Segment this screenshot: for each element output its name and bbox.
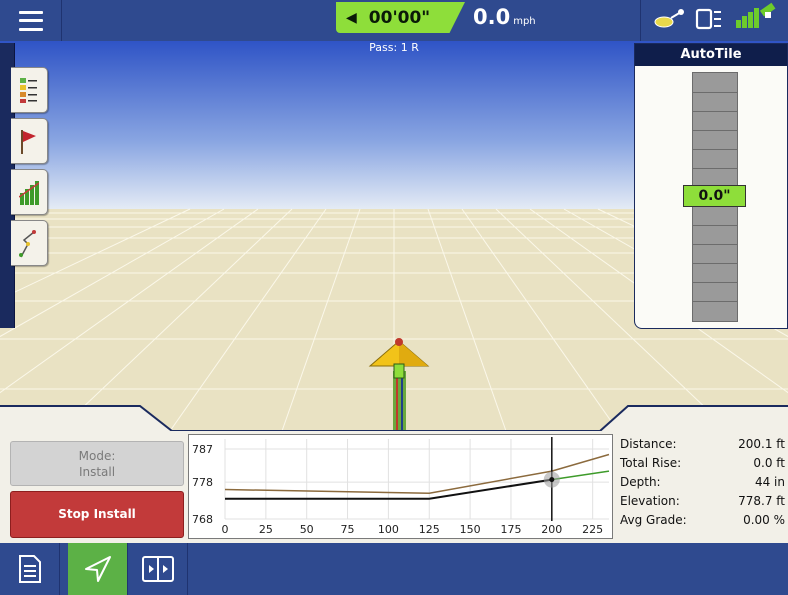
- menu-button[interactable]: [0, 0, 62, 41]
- x-tick-label: 0: [222, 523, 229, 536]
- mode-label: Mode:: [78, 449, 116, 463]
- implement-icon[interactable]: [654, 9, 684, 28]
- stat-row: Total Rise: 0.0 ft: [616, 453, 788, 472]
- autotile-title: AutoTile: [635, 44, 787, 66]
- top-bar: ◀ 00'00" 0.0 mph: [0, 0, 788, 41]
- bottom-nav: [0, 543, 788, 595]
- autotile-panel: AutoTile 0.0": [634, 43, 788, 329]
- tab-flags[interactable]: [11, 118, 48, 164]
- stat-label: Elevation:: [620, 494, 680, 508]
- y-tick-label: 778: [192, 476, 213, 489]
- x-tick-label: 50: [300, 523, 314, 536]
- stat-label: Distance:: [620, 437, 677, 451]
- timer-value: 00'00": [368, 7, 431, 28]
- speed-value: 0.0: [473, 5, 511, 29]
- nav-map[interactable]: [68, 543, 128, 595]
- y-tick-label: 787: [192, 443, 213, 456]
- x-tick-label: 150: [460, 523, 481, 536]
- tab-yield-graph[interactable]: [11, 169, 48, 215]
- stat-value: 0.0 ft: [753, 456, 785, 470]
- x-tick-label: 175: [500, 523, 521, 536]
- bar-graph-icon: [19, 181, 39, 205]
- stat-row: Distance: 200.1 ft: [616, 434, 788, 453]
- y-tick-label: 768: [192, 513, 213, 526]
- elevation-profile-chart: 787 778 768 0 25 50 75 100 125 150 175 200 225: [188, 434, 613, 539]
- stat-row: Elevation: 778.7 ft: [616, 491, 788, 510]
- display-icon[interactable]: [695, 8, 721, 30]
- status-icons-graphic: [654, 2, 776, 30]
- x-tick-label: 100: [378, 523, 399, 536]
- stat-label: Total Rise:: [620, 456, 682, 470]
- nav-split-view[interactable]: [128, 543, 188, 595]
- stat-value: 778.7 ft: [738, 494, 785, 508]
- profile-chart-svg: 787 778 768 0 25 50 75 100 125 150 175 200 225: [192, 437, 610, 536]
- speed-unit: mph: [513, 16, 536, 27]
- x-tick-label: 225: [582, 523, 603, 536]
- position-cursor-point: [549, 477, 555, 483]
- stat-value: 200.1 ft: [738, 437, 785, 451]
- stat-row: Depth: 44 in: [616, 472, 788, 491]
- tab-legend[interactable]: [11, 67, 48, 113]
- x-tick-label: 125: [419, 523, 440, 536]
- hamburger-icon: [18, 10, 43, 31]
- status-icons: [640, 0, 788, 41]
- mode-button[interactable]: Mode: Install: [10, 441, 184, 486]
- stop-install-button[interactable]: Stop Install: [10, 491, 184, 538]
- x-tick-label: 25: [259, 523, 273, 536]
- speed-readout: 0.0 mph: [473, 5, 536, 29]
- guidance-path-icon: [19, 230, 36, 258]
- bottom-bezel-right: [600, 406, 788, 431]
- pass-timer[interactable]: ◀ 00'00": [336, 2, 465, 33]
- mode-value: Install: [78, 465, 116, 479]
- split-screen-icon: [141, 556, 174, 582]
- x-tick-label: 200: [541, 523, 562, 536]
- arrow-left-icon: ◀: [346, 9, 357, 26]
- stats-panel: Distance: 200.1 ft Total Rise: 0.0 ft De…: [616, 434, 788, 539]
- stat-label: Avg Grade:: [620, 513, 687, 527]
- x-tick-label: 75: [341, 523, 355, 536]
- stat-value: 0.00 %: [743, 513, 785, 527]
- nav-documents[interactable]: [0, 543, 60, 595]
- stat-value: 44 in: [754, 475, 785, 489]
- document-icon: [18, 555, 41, 583]
- stat-label: Depth:: [620, 475, 661, 489]
- depth-offset-readout: 0.0": [683, 185, 746, 207]
- flag-icon: [21, 130, 36, 154]
- gps-satellite-icon[interactable]: [736, 2, 776, 28]
- navigation-arrow-icon: [84, 556, 111, 582]
- legend-icon: [20, 78, 37, 103]
- tab-guidance-line[interactable]: [11, 220, 48, 266]
- stat-row: Avg Grade: 0.00 %: [616, 510, 788, 529]
- profile-series-line: [551, 470, 610, 481]
